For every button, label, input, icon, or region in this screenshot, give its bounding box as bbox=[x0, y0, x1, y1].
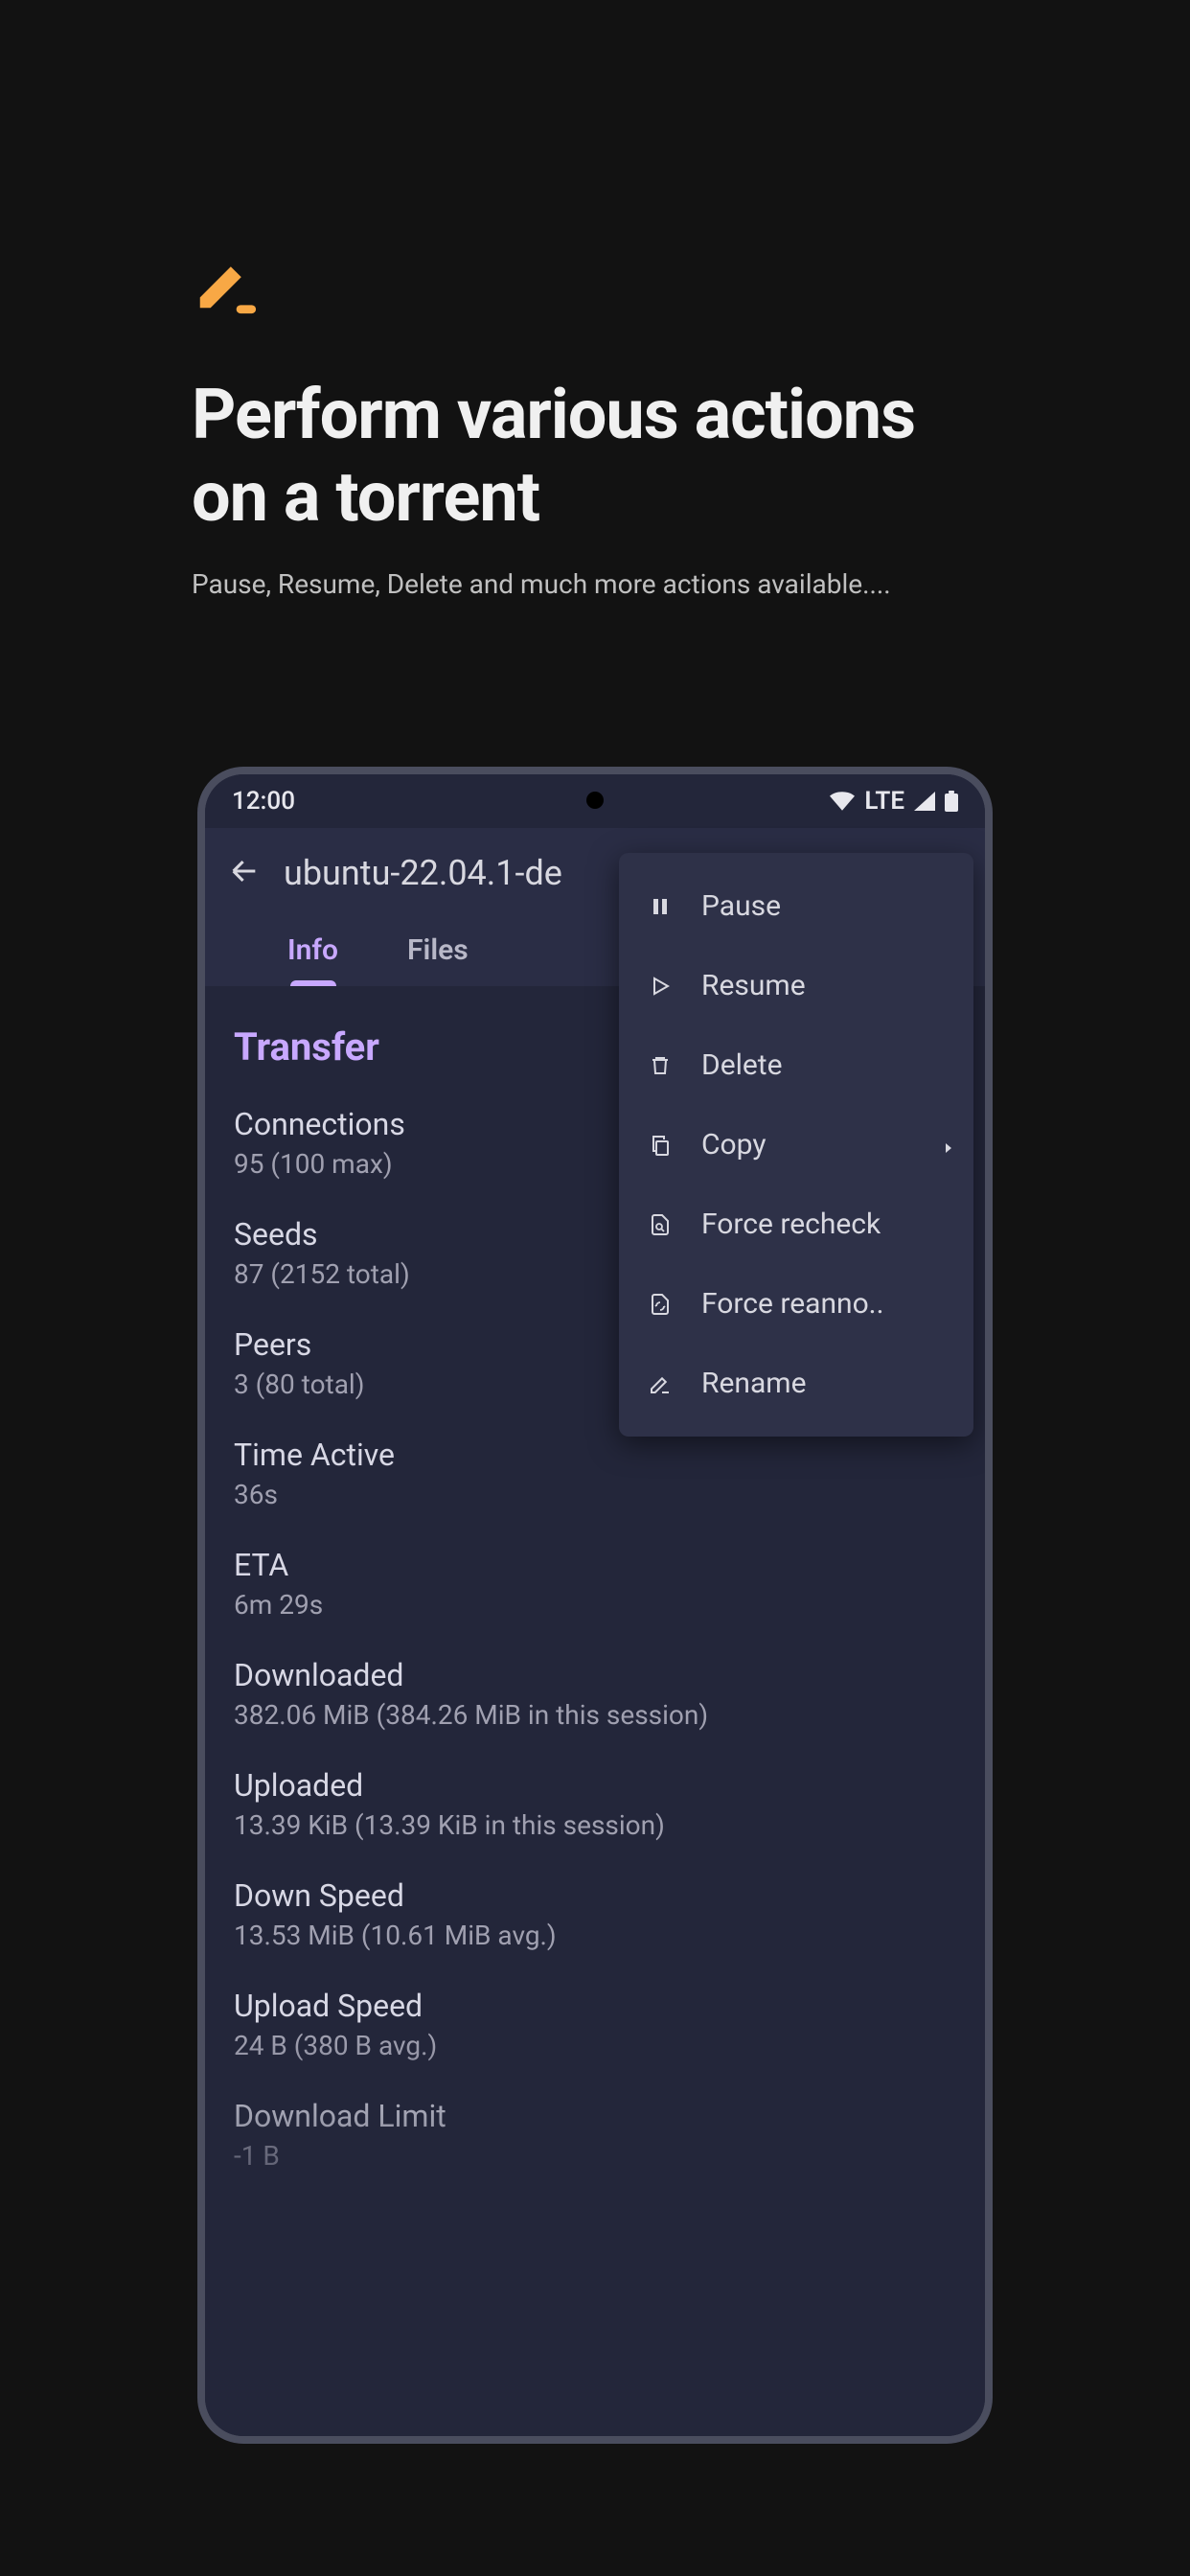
rename-icon bbox=[646, 1369, 675, 1398]
menu-label: Resume bbox=[701, 969, 947, 1002]
phone-camera-notch bbox=[586, 792, 604, 809]
tab-files[interactable]: Files bbox=[373, 918, 503, 986]
phone-frame: 12:00 LTE ubuntu-22.04.1-de Info Files T… bbox=[197, 767, 993, 2444]
menu-item-rename[interactable]: Rename bbox=[619, 1344, 973, 1423]
status-time: 12:00 bbox=[232, 787, 295, 816]
info-row-time-active: Time Active 36s bbox=[234, 1437, 956, 1510]
info-label: Upload Speed bbox=[234, 1988, 956, 2024]
info-label: Time Active bbox=[234, 1437, 956, 1473]
info-row-downloaded: Downloaded 382.06 MiB (384.26 MiB in thi… bbox=[234, 1657, 956, 1731]
info-label: Down Speed bbox=[234, 1877, 956, 1914]
menu-label: Pause bbox=[701, 889, 947, 923]
recheck-icon bbox=[646, 1210, 675, 1239]
battery-icon bbox=[945, 791, 958, 812]
info-value: 13.53 MiB (10.61 MiB avg.) bbox=[234, 1920, 956, 1951]
menu-item-force-recheck[interactable]: Force recheck bbox=[619, 1184, 973, 1264]
copy-icon bbox=[646, 1131, 675, 1160]
menu-label: Rename bbox=[701, 1367, 947, 1400]
info-label: Downloaded bbox=[234, 1657, 956, 1693]
info-row-uploaded: Uploaded 13.39 KiB (13.39 KiB in this se… bbox=[234, 1767, 956, 1841]
menu-item-delete[interactable]: Delete bbox=[619, 1025, 973, 1105]
info-label: Download Limit bbox=[234, 2098, 956, 2134]
info-value: 6m 29s bbox=[234, 1589, 956, 1621]
menu-label: Force reanno.. bbox=[701, 1287, 947, 1321]
phone-side-button bbox=[991, 1426, 993, 1531]
menu-label: Force recheck bbox=[701, 1208, 947, 1241]
menu-label: Delete bbox=[701, 1048, 947, 1082]
info-value: -1 B bbox=[234, 2140, 956, 2172]
pencil-icon bbox=[192, 249, 259, 316]
menu-item-resume[interactable]: Resume bbox=[619, 946, 973, 1025]
menu-item-pause[interactable]: Pause bbox=[619, 866, 973, 946]
wifi-icon bbox=[830, 792, 855, 811]
info-row-upload-speed: Upload Speed 24 B (380 B avg.) bbox=[234, 1988, 956, 2061]
info-value: 382.06 MiB (384.26 MiB in this session) bbox=[234, 1699, 956, 1731]
phone-side-button bbox=[991, 1138, 993, 1244]
trash-icon bbox=[646, 1051, 675, 1080]
info-row-download-limit: Download Limit -1 B bbox=[234, 2098, 956, 2172]
promo-header: Perform various actions on a torrent Pau… bbox=[0, 0, 1190, 600]
menu-item-copy[interactable]: Copy bbox=[619, 1105, 973, 1184]
info-value: 13.39 KiB (13.39 KiB in this session) bbox=[234, 1809, 956, 1841]
signal-icon bbox=[914, 792, 935, 811]
menu-label: Copy bbox=[701, 1128, 947, 1162]
context-menu: Pause Resume Delete Copy bbox=[619, 853, 973, 1437]
info-label: ETA bbox=[234, 1547, 956, 1583]
info-row-eta: ETA 6m 29s bbox=[234, 1547, 956, 1621]
info-label: Uploaded bbox=[234, 1767, 956, 1804]
network-label: LTE bbox=[864, 787, 904, 816]
info-value: 36s bbox=[234, 1479, 956, 1510]
pause-icon bbox=[646, 892, 675, 921]
chevron-right-icon bbox=[943, 1128, 954, 1162]
promo-subtitle: Pause, Resume, Delete and much more acti… bbox=[192, 568, 998, 600]
tab-info[interactable]: Info bbox=[253, 918, 373, 986]
play-icon bbox=[646, 972, 675, 1000]
promo-title: Perform various actions on a torrent bbox=[192, 374, 998, 540]
info-row-down-speed: Down Speed 13.53 MiB (10.61 MiB avg.) bbox=[234, 1877, 956, 1951]
reannounce-icon bbox=[646, 1290, 675, 1319]
info-value: 24 B (380 B avg.) bbox=[234, 2030, 956, 2061]
back-button[interactable] bbox=[228, 855, 261, 891]
torrent-title: ubuntu-22.04.1-de bbox=[284, 853, 562, 893]
menu-item-force-reannounce[interactable]: Force reanno.. bbox=[619, 1264, 973, 1344]
